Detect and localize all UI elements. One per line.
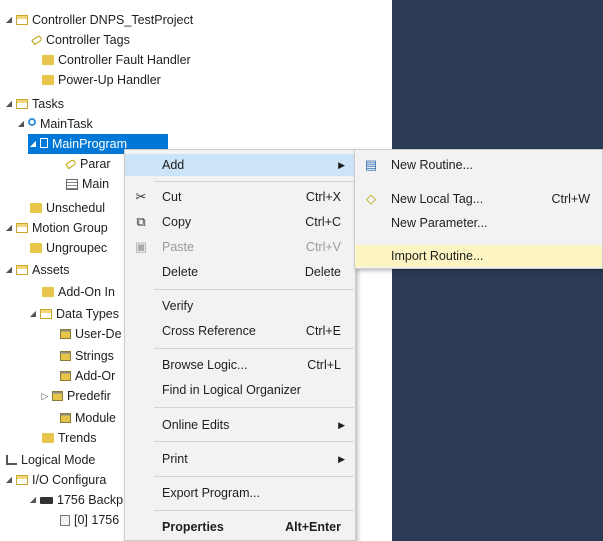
- menu-separator: [154, 441, 354, 442]
- tree-item-add-on-defined[interactable]: Add-Or: [58, 366, 115, 386]
- tree-item-user-defined[interactable]: User-De: [58, 324, 122, 344]
- data-type-icon: [60, 413, 71, 423]
- tree-item-module-defined[interactable]: Module: [58, 408, 116, 428]
- menu-separator: [154, 181, 354, 182]
- folder-icon: [40, 309, 52, 319]
- backplane-icon: [40, 497, 53, 504]
- menu-separator: [154, 476, 354, 477]
- menu-item-new-parameter[interactable]: New Parameter...: [355, 212, 602, 234]
- folder-icon: [30, 203, 42, 213]
- menu-item-cross-reference[interactable]: Cross Reference Ctrl+E: [125, 320, 355, 342]
- task-icon: [28, 118, 36, 126]
- menu-item-online-edits[interactable]: Online Edits ▶: [125, 414, 355, 436]
- tree-item-trends[interactable]: Trends: [40, 428, 96, 448]
- data-type-icon: [60, 329, 71, 339]
- tree-item-data-types[interactable]: ◢ Data Types: [28, 304, 119, 324]
- add-submenu: ▤ New Routine... ◇ New Local Tag... Ctrl…: [354, 149, 603, 269]
- context-menu: Add ▶ ✂ Cut Ctrl+X ⧉ Copy Ctrl+C ▣ Paste…: [124, 149, 356, 541]
- menu-item-copy[interactable]: ⧉ Copy Ctrl+C: [125, 211, 355, 233]
- folder-icon: [42, 55, 54, 65]
- logical-model-icon: [6, 455, 17, 465]
- menu-item-paste[interactable]: ▣ Paste Ctrl+V: [125, 236, 355, 258]
- tree-item-parameters[interactable]: Parar: [64, 154, 111, 174]
- menu-item-browse-logic[interactable]: Browse Logic... Ctrl+L: [125, 354, 355, 376]
- tree-item-unscheduled[interactable]: Unschedul: [28, 198, 105, 218]
- folder-icon: [16, 475, 28, 485]
- data-type-icon: [52, 391, 63, 401]
- menu-separator: [154, 348, 354, 349]
- tree-item-tasks[interactable]: ◢ Tasks: [4, 94, 64, 114]
- folder-icon: [30, 243, 42, 253]
- tree-item-logical-model[interactable]: Logical Mode: [4, 450, 95, 470]
- program-icon: [40, 138, 48, 148]
- menu-item-add[interactable]: Add ▶: [125, 154, 355, 176]
- tree-item-backplane[interactable]: ◢ 1756 Backp: [28, 490, 123, 510]
- tree-item-predefined[interactable]: ▷ Predefir: [40, 386, 111, 406]
- scissors-icon: ✂: [135, 189, 147, 204]
- folder-icon: [16, 99, 28, 109]
- collapse-icon[interactable]: ◢: [16, 114, 26, 134]
- menu-separator: [154, 510, 354, 511]
- submenu-arrow-icon: ▶: [338, 454, 345, 464]
- collapse-icon[interactable]: ◢: [28, 490, 38, 510]
- expand-icon[interactable]: ▷: [40, 386, 50, 406]
- tree-item-power-up-handler[interactable]: Power-Up Handler: [40, 70, 161, 90]
- tree-item-controller-tags[interactable]: Controller Tags: [30, 30, 130, 50]
- tree-item-add-on-instructions[interactable]: Add-On In: [40, 282, 115, 302]
- menu-item-new-local-tag[interactable]: ◇ New Local Tag... Ctrl+W: [355, 188, 602, 210]
- menu-item-cut[interactable]: ✂ Cut Ctrl+X: [125, 186, 355, 208]
- menu-item-new-routine[interactable]: ▤ New Routine...: [355, 154, 602, 176]
- tree-item-slot0[interactable]: [0] 1756: [58, 510, 119, 530]
- menu-item-find-in-logical-organizer[interactable]: Find in Logical Organizer: [125, 379, 355, 401]
- collapse-icon[interactable]: ◢: [4, 94, 14, 114]
- copy-icon: ⧉: [136, 214, 146, 229]
- new-routine-icon: ▤: [364, 157, 378, 172]
- collapse-icon[interactable]: ◢: [28, 134, 38, 154]
- data-type-icon: [60, 371, 71, 381]
- editor-background-panel: [392, 0, 603, 541]
- collapse-icon[interactable]: ◢: [4, 10, 14, 30]
- tree-item-motion-groups[interactable]: ◢ Motion Group: [4, 218, 108, 238]
- collapse-icon[interactable]: ◢: [4, 260, 14, 280]
- collapse-icon[interactable]: ◢: [4, 218, 14, 238]
- tree-item-controller[interactable]: ◢ Controller DNPS_TestProject: [4, 10, 193, 30]
- folder-icon: [16, 223, 28, 233]
- menu-item-print[interactable]: Print ▶: [125, 448, 355, 470]
- submenu-arrow-icon: ▶: [338, 160, 345, 170]
- folder-icon: [42, 75, 54, 85]
- menu-separator: [154, 289, 354, 290]
- collapse-icon[interactable]: ◢: [28, 304, 38, 324]
- menu-separator: [154, 407, 354, 408]
- folder-icon: [16, 15, 28, 25]
- folder-icon: [42, 433, 54, 443]
- tree-item-ungrouped[interactable]: Ungroupec: [28, 238, 107, 258]
- tree-item-main-routine[interactable]: Main: [64, 174, 109, 194]
- menu-item-export-program[interactable]: Export Program...: [125, 482, 355, 504]
- tree-item-main-task[interactable]: ◢ MainTask: [16, 114, 93, 134]
- tag-icon: [65, 158, 77, 170]
- tree-item-assets[interactable]: ◢ Assets: [4, 260, 70, 280]
- menu-item-verify[interactable]: Verify: [125, 295, 355, 317]
- paste-icon: ▣: [134, 239, 148, 254]
- folder-icon: [42, 287, 54, 297]
- tree-item-strings[interactable]: Strings: [58, 346, 114, 366]
- tag-icon: [31, 34, 43, 46]
- tag-icon: ◇: [366, 191, 376, 206]
- collapse-icon[interactable]: ◢: [4, 470, 14, 490]
- menu-item-delete[interactable]: Delete Delete: [125, 261, 355, 283]
- submenu-arrow-icon: ▶: [338, 420, 345, 430]
- menu-item-import-routine[interactable]: Import Routine...: [355, 245, 602, 267]
- tree-item-io-configuration[interactable]: ◢ I/O Configura: [4, 470, 106, 490]
- routine-icon: [66, 179, 78, 190]
- menu-item-properties[interactable]: Properties Alt+Enter: [125, 516, 355, 538]
- tree-item-controller-fault-handler[interactable]: Controller Fault Handler: [40, 50, 191, 70]
- module-icon: [60, 515, 70, 526]
- data-type-icon: [60, 351, 71, 361]
- folder-icon: [16, 265, 28, 275]
